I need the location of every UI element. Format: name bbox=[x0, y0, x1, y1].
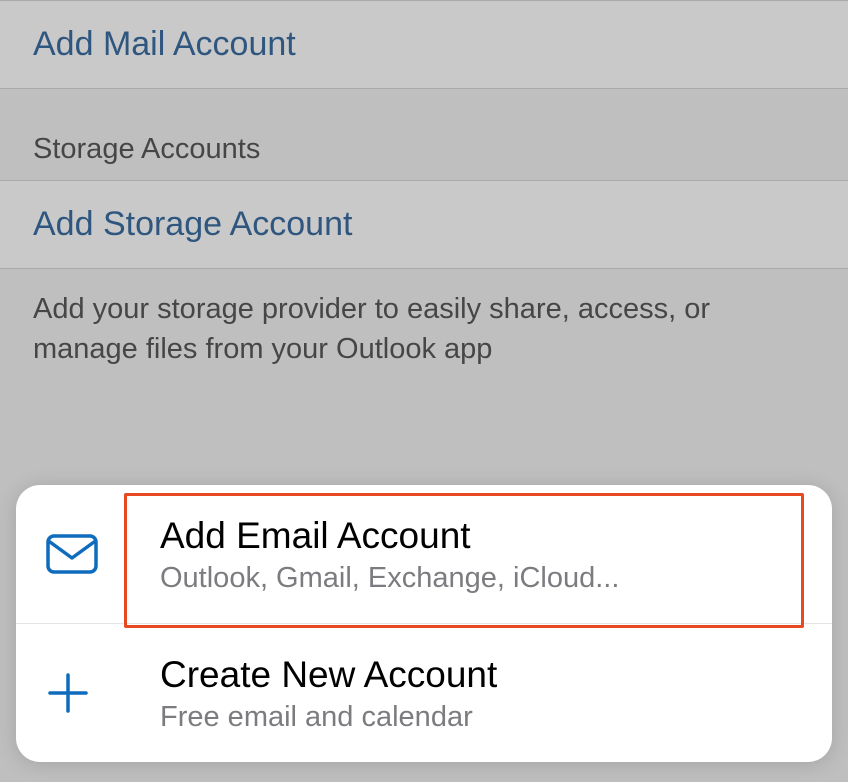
add-email-account-title: Add Email Account bbox=[160, 513, 812, 559]
add-email-account-text: Add Email Account Outlook, Gmail, Exchan… bbox=[116, 513, 812, 595]
create-new-account-option[interactable]: Create New Account Free email and calend… bbox=[16, 623, 832, 762]
add-storage-account-label: Add Storage Account bbox=[33, 205, 352, 243]
add-email-account-subtitle: Outlook, Gmail, Exchange, iCloud... bbox=[160, 562, 812, 595]
create-new-account-title: Create New Account bbox=[160, 652, 812, 698]
add-storage-account-row[interactable]: Add Storage Account bbox=[0, 180, 848, 269]
add-mail-account-label: Add Mail Account bbox=[33, 25, 296, 63]
plus-icon bbox=[46, 671, 116, 715]
storage-footer-text: Add your storage provider to easily shar… bbox=[0, 269, 848, 409]
settings-background: Add Mail Account Storage Accounts Add St… bbox=[0, 0, 848, 409]
add-mail-account-row[interactable]: Add Mail Account bbox=[0, 0, 848, 89]
create-new-account-text: Create New Account Free email and calend… bbox=[116, 652, 812, 734]
add-account-action-sheet: Add Email Account Outlook, Gmail, Exchan… bbox=[16, 485, 832, 763]
mail-icon bbox=[46, 534, 116, 574]
storage-section-header: Storage Accounts bbox=[0, 89, 848, 180]
create-new-account-subtitle: Free email and calendar bbox=[160, 701, 812, 734]
add-email-account-option[interactable]: Add Email Account Outlook, Gmail, Exchan… bbox=[16, 485, 832, 623]
